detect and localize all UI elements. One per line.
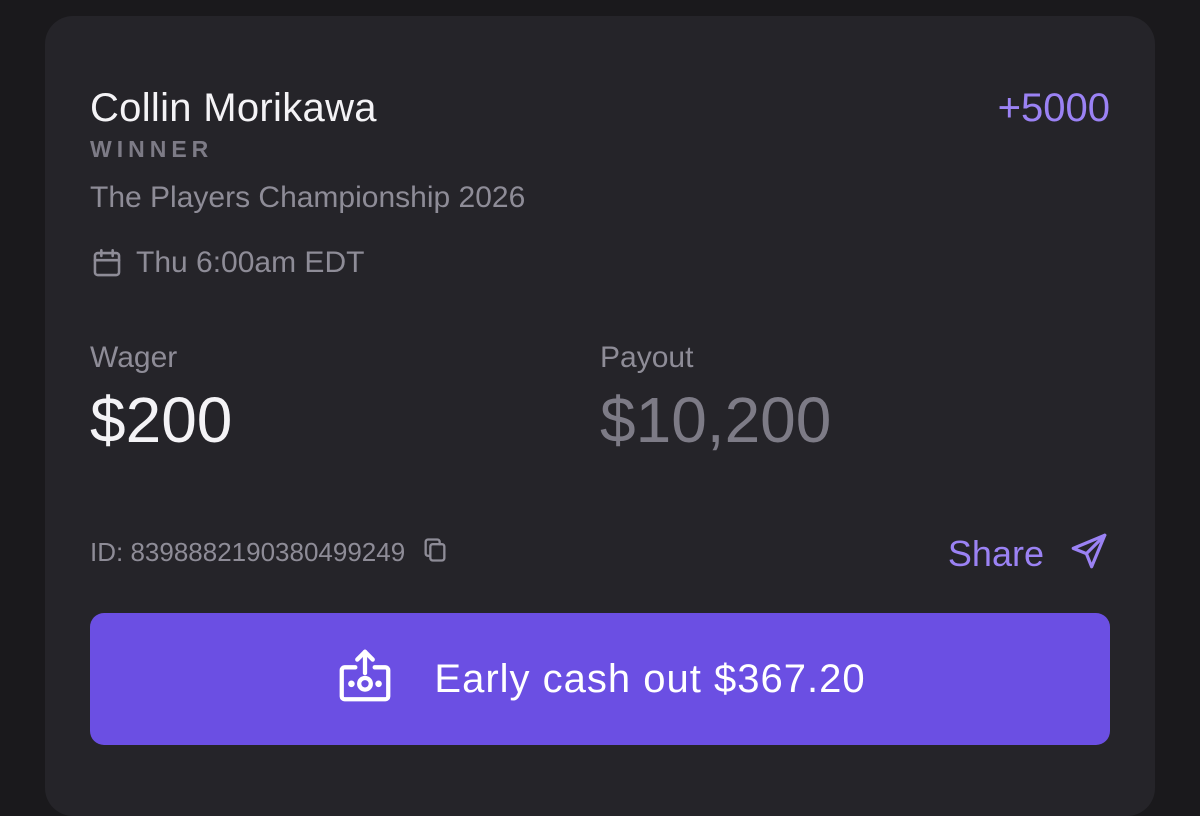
- calendar-icon: [90, 246, 124, 280]
- start-time: Thu 6:00am EDT: [136, 246, 365, 279]
- bet-id: ID: 8398882190380499249: [90, 537, 406, 567]
- odds-value: +5000: [997, 86, 1110, 130]
- wager-value: $200: [90, 384, 233, 456]
- bet-card: Collin Morikawa +5000 WINNER The Players…: [45, 16, 1155, 816]
- early-cash-out-button[interactable]: Early cash out $367.20: [90, 613, 1110, 745]
- copy-icon[interactable]: [421, 536, 449, 569]
- event-name: The Players Championship 2026: [90, 181, 526, 214]
- cash-out-label: Early cash out $367.20: [434, 656, 866, 701]
- payout-label: Payout: [600, 341, 694, 374]
- cash-out-icon: [334, 646, 396, 713]
- market-type: WINNER: [90, 136, 214, 162]
- wager-label: Wager: [90, 341, 178, 374]
- send-icon: [1068, 530, 1110, 577]
- bet-id-row: ID: 8398882190380499249: [90, 536, 449, 569]
- selection-name: Collin Morikawa: [90, 86, 377, 130]
- payout-value: $10,200: [600, 384, 832, 456]
- share-label: Share: [947, 532, 1044, 574]
- share-button[interactable]: Share: [948, 530, 1110, 577]
- start-time-row: Thu 6:00am EDT: [90, 246, 364, 280]
